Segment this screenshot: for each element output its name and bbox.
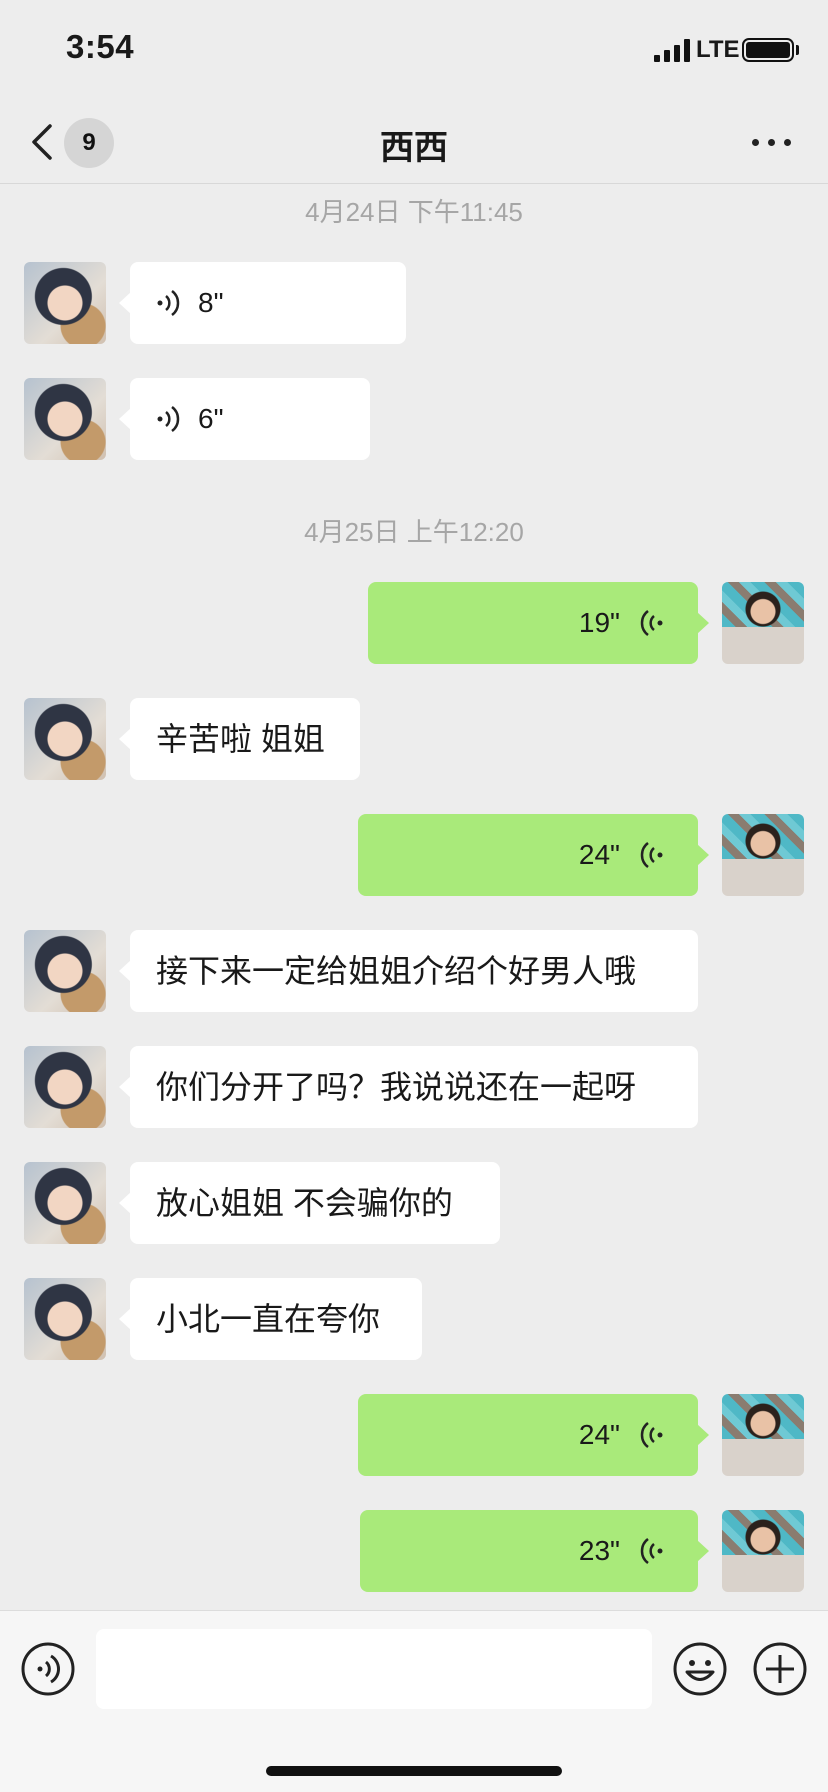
voice-duration: 24" — [578, 1419, 620, 1450]
voice-wave-icon — [640, 1422, 663, 1448]
voice-message[interactable]: 24" — [358, 814, 709, 896]
home-indicator[interactable] — [266, 1766, 562, 1776]
input-bar — [0, 1610, 828, 1792]
text-message[interactable]: 小北一直在夸你 — [119, 1278, 422, 1360]
my-avatar[interactable] — [722, 582, 804, 664]
text-message[interactable]: 辛苦啦 姐姐 — [119, 698, 360, 780]
voice-wave-icon — [640, 842, 663, 868]
emoji-icon[interactable] — [672, 1641, 728, 1697]
voice-message[interactable]: 6" — [119, 378, 370, 460]
text-message[interactable]: 接下来一定给姐姐介绍个好男人哦 — [119, 930, 698, 1012]
voice-message[interactable]: 19" — [368, 582, 709, 664]
voice-duration: 23" — [578, 1535, 620, 1566]
timestamp: 4月24日 下午11:45 — [305, 197, 523, 227]
voice-duration: 19" — [578, 607, 620, 638]
status-bar: 3:54 LTE — [0, 0, 828, 100]
battery-tip — [796, 45, 799, 55]
chat-title: 西西 — [380, 129, 448, 167]
text-message[interactable]: 放心姐姐 不会骗你的 — [119, 1162, 500, 1244]
message-input[interactable] — [96, 1629, 652, 1709]
contact-avatar[interactable] — [24, 1046, 106, 1128]
my-avatar[interactable] — [722, 1394, 804, 1476]
timestamp: 4月25日 上午12:20 — [304, 517, 524, 547]
message-text: 辛苦啦 姐姐 — [156, 721, 325, 757]
signal-icon — [654, 38, 690, 62]
contact-avatar[interactable] — [24, 698, 106, 780]
voice-input-icon[interactable] — [20, 1641, 76, 1697]
contact-avatar[interactable] — [24, 1278, 106, 1360]
nav-bar: 9 西西 — [0, 100, 828, 184]
battery-icon — [742, 38, 794, 62]
contact-avatar[interactable] — [24, 262, 106, 344]
more-dots-icon[interactable] — [750, 122, 794, 162]
voice-duration: 24" — [578, 839, 620, 870]
message-text: 放心姐姐 不会骗你的 — [156, 1185, 453, 1221]
message-text: 小北一直在夸你 — [156, 1301, 381, 1337]
voice-duration: 6" — [198, 403, 224, 434]
text-message[interactable]: 你们分开了吗？我说说还在一起呀 — [119, 1046, 698, 1128]
contact-avatar[interactable] — [24, 378, 106, 460]
network-label: LTE — [696, 36, 740, 63]
message-text: 你们分开了吗？我说说还在一起呀 — [156, 1069, 637, 1105]
voice-duration: 8" — [198, 287, 224, 318]
my-avatar[interactable] — [722, 1510, 804, 1592]
contact-avatar[interactable] — [24, 1162, 106, 1244]
contact-avatar[interactable] — [24, 930, 106, 1012]
voice-wave-icon — [157, 290, 180, 316]
voice-message[interactable]: 23" — [360, 1510, 709, 1592]
voice-wave-icon — [640, 610, 663, 636]
voice-wave-icon — [157, 406, 180, 432]
message-text: 接下来一定给姐姐介绍个好男人哦 — [156, 953, 637, 989]
voice-wave-icon — [640, 1538, 663, 1564]
my-avatar[interactable] — [722, 814, 804, 896]
voice-message[interactable]: 24" — [358, 1394, 709, 1476]
voice-message[interactable]: 8" — [119, 262, 406, 344]
status-time: 3:54 — [66, 28, 135, 65]
plus-icon[interactable] — [752, 1641, 808, 1697]
